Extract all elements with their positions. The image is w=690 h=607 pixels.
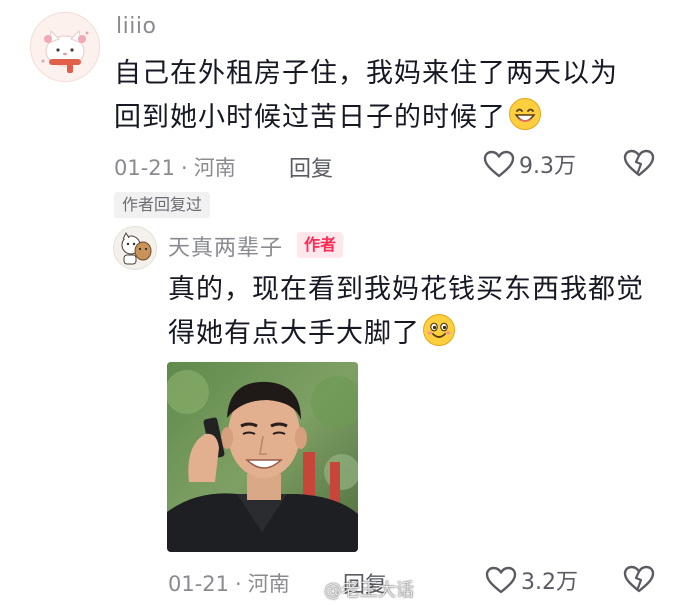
reply-like-count: 3.2万 — [521, 570, 578, 595]
reply-body: 真的，现在看到我妈花钱买东西我都觉得她有点大手大脚了 — [168, 274, 644, 349]
reply-username[interactable]: 天真两辈子 — [168, 230, 283, 262]
reply-image[interactable] — [167, 362, 358, 552]
dislike-button[interactable] — [623, 148, 655, 182]
author-replied-badge: 作者回复过 — [114, 192, 211, 218]
reply-dislike-button[interactable] — [623, 564, 655, 598]
broken-heart-icon — [623, 149, 655, 177]
comment-body: 自己在外租房子住，我妈来住了两天以为回到她小时候过苦日子的时候了 — [114, 58, 618, 133]
cat-avatar-icon — [31, 13, 99, 81]
heart-outline-icon — [483, 150, 515, 178]
heart-outline-icon — [485, 566, 517, 594]
comment-text: 自己在外租房子住，我妈来住了两天以为回到她小时候过苦日子的时候了 — [114, 52, 634, 140]
grinning-face-emoji-icon — [508, 97, 542, 131]
reply-button[interactable]: 回复 — [289, 151, 333, 183]
comment-location: 河南 — [193, 156, 236, 180]
man-on-phone-photo-icon — [167, 362, 358, 552]
reply-text: 真的，现在看到我妈花钱买东西我都觉得她有点大手大脚了 — [168, 268, 658, 356]
cartoon-avatar-icon — [114, 227, 156, 269]
reply-avatar[interactable] — [113, 226, 157, 270]
like-count: 9.3万 — [519, 154, 576, 179]
reply-meta: 01-21 · 河南 — [168, 568, 290, 598]
user-avatar[interactable] — [30, 12, 100, 82]
author-tag-badge: 作者 — [297, 232, 344, 258]
broken-heart-icon — [623, 565, 655, 593]
smiling-face-emoji-icon — [422, 313, 456, 347]
reply-location: 河南 — [247, 572, 290, 596]
reply-like-button[interactable]: 3.2万 — [485, 564, 578, 596]
watermark-text: @老王大话 — [324, 580, 414, 601]
meta-separator: · — [181, 156, 188, 180]
comment-meta: 01-21 · 河南 — [114, 152, 236, 182]
like-button[interactable]: 9.3万 — [483, 148, 576, 180]
meta-separator: · — [235, 572, 242, 596]
comment-username[interactable]: liiio — [116, 14, 156, 39]
comment-date: 01-21 — [114, 156, 176, 180]
reply-date: 01-21 — [168, 572, 230, 596]
